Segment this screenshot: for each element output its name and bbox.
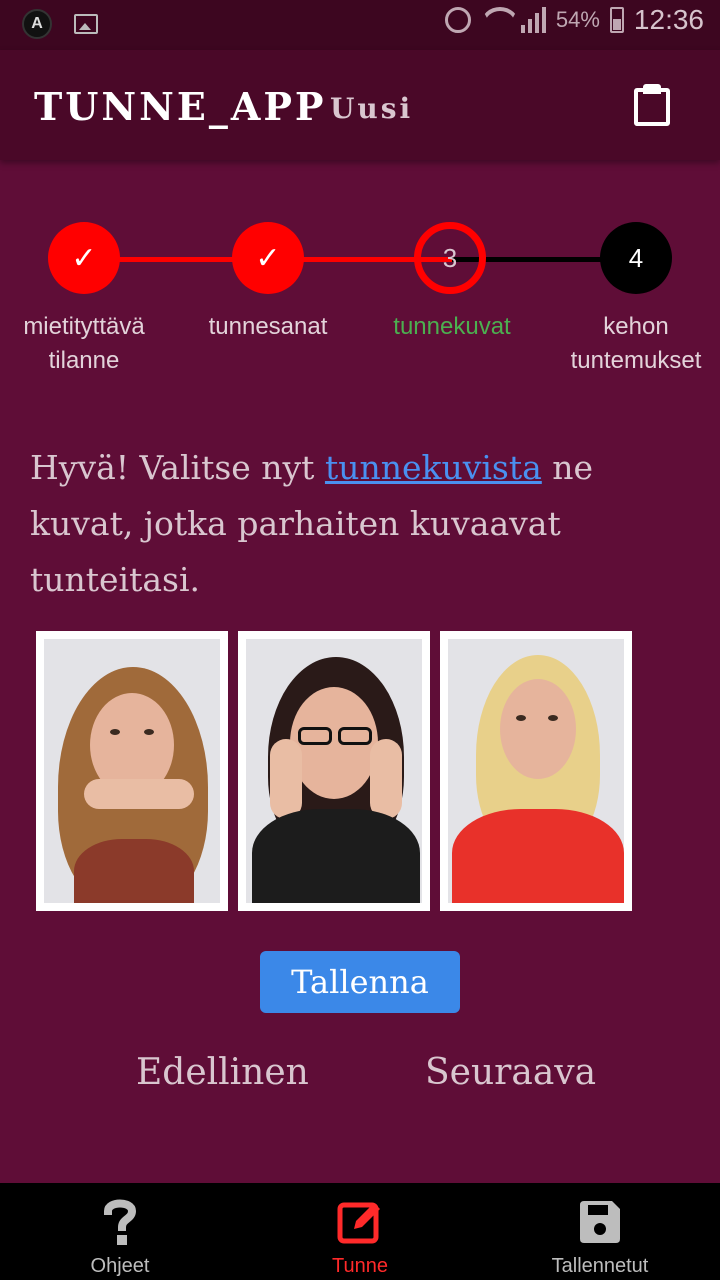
tunnekuvista-link[interactable]: tunnekuvista — [325, 448, 542, 487]
bottom-navigation: Ohjeet Tunne Tallennetut — [0, 1183, 720, 1280]
nav-item-tallennetut[interactable]: Tallennetut — [480, 1183, 720, 1280]
instruction-text-start: Hyvä! Valitse nyt — [30, 448, 325, 487]
next-button[interactable]: Seuraava — [425, 1052, 596, 1093]
step-3-circle[interactable]: 3 — [414, 222, 486, 294]
wifi-icon — [481, 7, 511, 33]
save-button[interactable]: Tallenna — [260, 951, 460, 1013]
thinking-woman-photo[interactable] — [36, 631, 228, 911]
previous-button[interactable]: Edellinen — [136, 1052, 309, 1093]
nav-label-tallennetut: Tallennetut — [551, 1255, 649, 1277]
image-notification-icon — [74, 14, 98, 34]
edit-icon — [337, 1202, 380, 1244]
nav-item-tunne[interactable]: Tunne — [240, 1183, 480, 1280]
step-1-label: mietityttävä tilanne — [23, 313, 145, 374]
surprised-woman-photo[interactable] — [440, 631, 632, 911]
progress-stepper: ✓ ✓ 3 4 mietityttävä tilanne tunnesanat … — [0, 200, 720, 390]
clock: 12:36 — [633, 4, 704, 35]
nav-label-ohjeet: Ohjeet — [90, 1255, 150, 1277]
instruction-text: Hyvä! Valitse nyt tunnekuvista ne kuvat,… — [30, 440, 670, 608]
app-notification-icon: A — [22, 9, 52, 39]
alarm-icon — [444, 7, 471, 33]
battery-percent: 54% — [555, 7, 600, 32]
nav-label-tunne: Tunne — [332, 1255, 388, 1277]
step-2-circle[interactable]: ✓ — [232, 222, 304, 294]
battery-icon — [609, 7, 624, 33]
app-subtitle: Uusi — [330, 92, 414, 125]
app-title: TUNNE_APP — [34, 84, 327, 129]
signal-icon — [520, 7, 546, 33]
step-3-label: tunnekuvat — [393, 313, 511, 340]
save-icon — [580, 1201, 620, 1243]
clipboard-icon[interactable] — [634, 84, 670, 126]
status-bar: A 54% 12:36 — [0, 0, 720, 50]
step-1-circle[interactable]: ✓ — [48, 222, 120, 294]
step-2-label: tunnesanat — [208, 313, 328, 340]
nav-item-ohjeet[interactable]: Ohjeet — [0, 1183, 240, 1280]
step-4-circle[interactable]: 4 — [600, 222, 672, 294]
app-bar: TUNNE_APP Uusi — [0, 50, 720, 160]
question-icon — [103, 1199, 137, 1245]
shocked-woman-photo[interactable] — [238, 631, 430, 911]
step-4-label: kehon tuntemukset — [570, 313, 702, 374]
